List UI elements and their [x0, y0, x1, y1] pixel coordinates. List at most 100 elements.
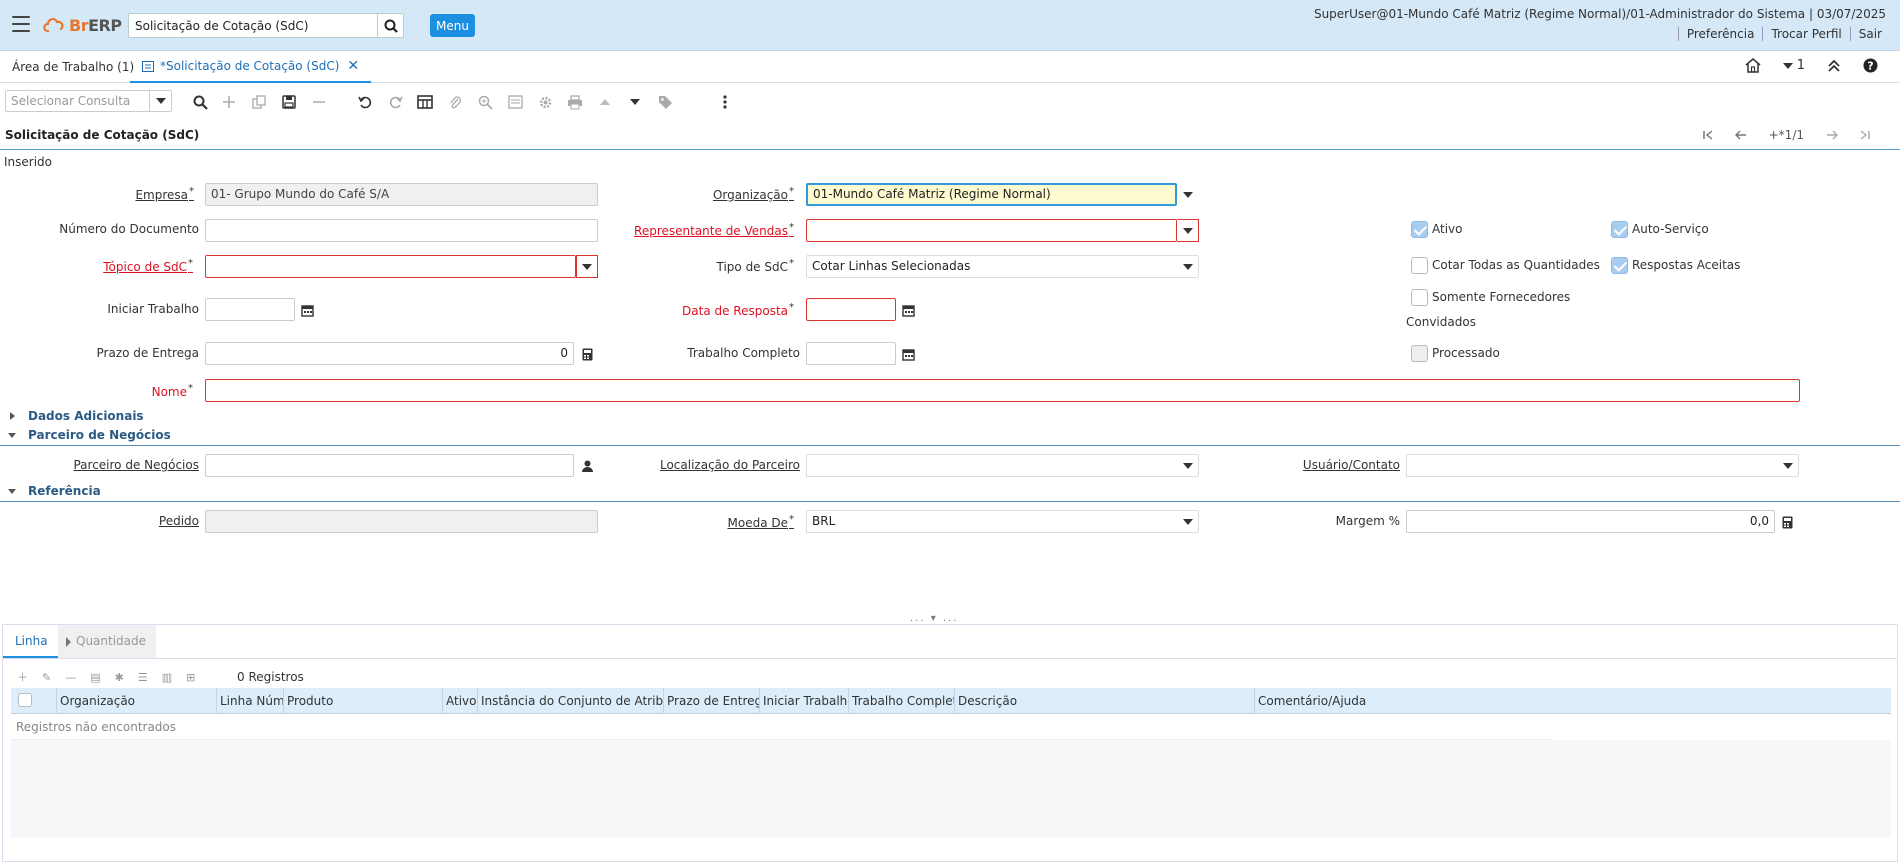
refresh-icon[interactable] [385, 92, 405, 112]
empresa-label[interactable]: Empresa* [135, 186, 194, 202]
preferences-link[interactable]: Preferência [1677, 27, 1763, 41]
col-ativo[interactable]: Ativo [442, 688, 477, 714]
grid-table-icon[interactable]: ⊞ [186, 671, 195, 684]
report-icon[interactable] [505, 92, 525, 112]
grid-list-icon[interactable]: ☰ [138, 671, 148, 684]
topico-label[interactable]: Tópico de SdC* [103, 258, 193, 274]
auto-servico-checkbox[interactable] [1611, 221, 1628, 238]
organizacao-field[interactable]: 01-Mundo Café Matriz (Regime Normal) [806, 183, 1177, 206]
col-iniciar-trabalho[interactable]: Iniciar Trabalho [759, 688, 848, 714]
calendar-icon[interactable] [298, 301, 316, 319]
representante-field[interactable] [806, 219, 1177, 242]
prazo-entrega-field[interactable]: 0 [205, 342, 574, 365]
grid-save-icon[interactable]: ▤ [90, 671, 100, 684]
ativo-checkbox[interactable] [1411, 221, 1428, 238]
col-trabalho-completo[interactable]: Trabalho Completo [848, 688, 954, 714]
close-tab-icon[interactable]: ✕ [347, 50, 359, 82]
global-search-input[interactable] [129, 14, 379, 37]
topico-field[interactable] [205, 255, 576, 278]
tipo-sdc-field[interactable]: Cotar Linhas Selecionadas [806, 255, 1199, 278]
calculator-icon[interactable] [578, 345, 596, 363]
respostas-aceitas-checkbox[interactable] [1611, 257, 1628, 274]
query-selector[interactable]: Selecionar Consulta [5, 90, 172, 112]
usuario-dropdown[interactable] [1777, 454, 1799, 477]
parceiro-label[interactable]: Parceiro de Negócios [73, 458, 199, 472]
previous-record-icon[interactable] [1734, 130, 1747, 140]
tag-icon[interactable] [655, 92, 675, 112]
find-icon[interactable] [190, 92, 210, 112]
col-organizacao[interactable]: Organização [56, 688, 216, 714]
somente-fornecedores-checkbox[interactable] [1411, 289, 1428, 306]
print-icon[interactable] [565, 92, 585, 112]
grid-new-icon[interactable]: ＋ [17, 669, 28, 685]
representante-dropdown[interactable] [1177, 219, 1199, 242]
organizacao-label[interactable]: Organização* [713, 186, 794, 202]
localizacao-field[interactable] [806, 454, 1199, 477]
grid-select-all[interactable] [11, 688, 56, 714]
help-icon[interactable]: ? [1863, 58, 1878, 73]
margem-field[interactable]: 0,0 [1406, 510, 1775, 533]
last-record-icon[interactable] [1860, 130, 1870, 140]
calculator-icon[interactable] [1778, 513, 1796, 531]
grid-columns-icon[interactable]: ▥ [162, 671, 172, 684]
col-descricao[interactable]: Descrição [954, 688, 1254, 714]
localizacao-label[interactable]: Localização do Parceiro [660, 458, 800, 472]
undo-icon[interactable] [355, 92, 375, 112]
pedido-label[interactable]: Pedido [159, 514, 199, 528]
new-record-icon[interactable] [219, 92, 239, 112]
tab-workspace[interactable]: Área de Trabalho (1) [12, 51, 134, 83]
panel-splitter[interactable]: ... ▾ ... [910, 613, 958, 624]
section-referencia[interactable]: Referência [0, 483, 1900, 502]
usuario-label[interactable]: Usuário/Contato [1303, 458, 1400, 472]
first-record-icon[interactable] [1702, 130, 1713, 140]
change-role-link[interactable]: Trocar Perfil [1762, 27, 1849, 41]
select-all-checkbox[interactable] [18, 693, 32, 707]
parceiro-field[interactable] [205, 454, 574, 477]
menu-button[interactable]: Menu [430, 14, 475, 37]
representante-label[interactable]: Representante de Vendas* [634, 222, 794, 238]
delete-record-icon[interactable] [309, 92, 329, 112]
global-search[interactable] [128, 13, 404, 38]
logout-link[interactable]: Sair [1849, 27, 1890, 41]
tab-linha[interactable]: Linha [3, 625, 60, 658]
section-dados-adicionais[interactable]: Dados Adicionais [0, 408, 1900, 426]
nome-field[interactable] [205, 379, 1800, 402]
organizacao-dropdown[interactable] [1177, 183, 1199, 206]
calendar-icon[interactable] [899, 345, 917, 363]
parent-record-icon[interactable] [595, 92, 615, 112]
home-icon[interactable] [1745, 58, 1761, 73]
moeda-field[interactable]: BRL [806, 510, 1199, 533]
next-record-icon[interactable] [1826, 130, 1838, 140]
calendar-icon[interactable] [899, 301, 917, 319]
grid-edit-icon[interactable]: ✎ [42, 671, 51, 684]
col-linha-num[interactable]: Linha Núm. [216, 688, 283, 714]
col-prazo-entrega[interactable]: Prazo de Entrega [663, 688, 759, 714]
moeda-label[interactable]: Moeda De* [728, 514, 795, 530]
grid-gear-icon[interactable]: ✱ [115, 671, 124, 684]
grid-delete-icon[interactable]: — [65, 671, 76, 684]
numero-documento-field[interactable] [205, 219, 598, 242]
localizacao-dropdown[interactable] [1177, 454, 1199, 477]
col-instancia-atributos[interactable]: Instância do Conjunto de Atributos [477, 688, 663, 714]
zoom-across-icon[interactable] [475, 92, 495, 112]
tab-quantidade[interactable]: Quantidade [58, 625, 157, 658]
topico-dropdown[interactable] [576, 255, 598, 278]
attachment-icon[interactable] [445, 92, 465, 112]
tipo-sdc-dropdown[interactable] [1177, 255, 1199, 278]
cotar-todas-checkbox[interactable] [1411, 257, 1428, 274]
section-parceiro[interactable]: Parceiro de Negócios [0, 427, 1900, 446]
col-produto[interactable]: Produto [283, 688, 442, 714]
window-list-dropdown[interactable]: 1 [1782, 58, 1805, 73]
save-icon[interactable] [279, 92, 299, 112]
iniciar-trabalho-field[interactable] [205, 298, 295, 321]
process-gear-icon[interactable] [535, 92, 555, 112]
app-logo[interactable]: BrERP [42, 13, 122, 37]
col-comentario-ajuda[interactable]: Comentário/Ajuda [1254, 688, 1554, 714]
tab-current-window[interactable]: *Solicitação de Cotação (SdC) ✕ [130, 50, 372, 83]
moeda-dropdown[interactable] [1177, 510, 1199, 533]
more-options-icon[interactable] [715, 92, 735, 112]
usuario-field[interactable] [1406, 454, 1799, 477]
collapse-header-icon[interactable] [1827, 59, 1841, 73]
search-button[interactable] [377, 14, 403, 37]
data-resposta-field[interactable] [806, 298, 896, 321]
